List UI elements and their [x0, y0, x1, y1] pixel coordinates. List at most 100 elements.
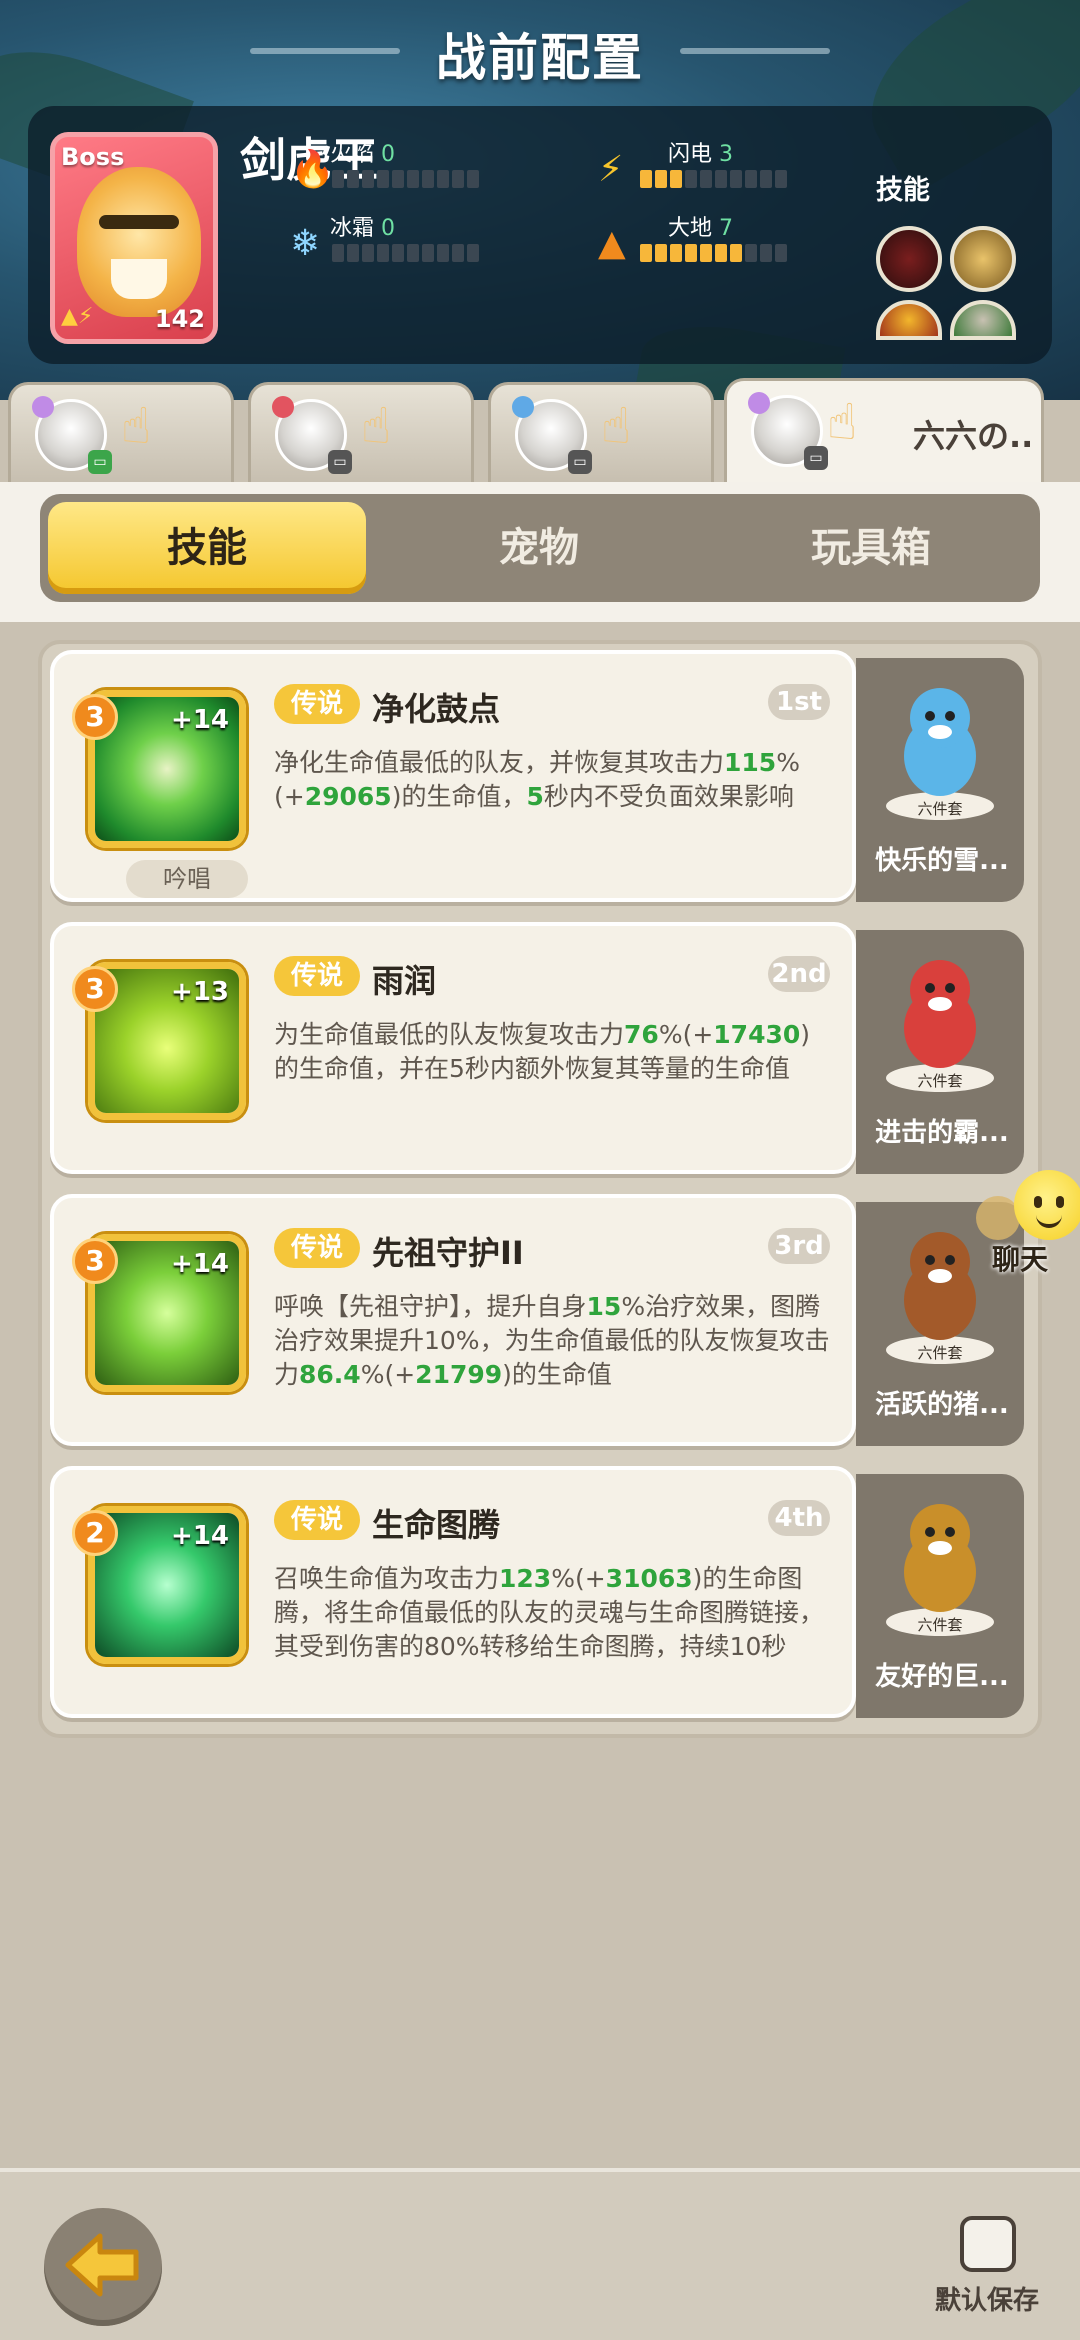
- chant-tag: 吟唱: [126, 860, 248, 898]
- skill-rank-badge: 1st: [768, 684, 830, 720]
- stat-bar-segment: [437, 170, 449, 188]
- skill-name: 净化鼓点: [372, 690, 501, 728]
- boss-info-panel: Boss ▲⚡ 142 剑虎王 🔥 火焰 0 ⚡ 闪电 3 ❄ 冰霜 0 ▲ 大…: [28, 106, 1052, 364]
- smiley-chat-icon: [1014, 1170, 1080, 1240]
- desc-fragment: 76: [624, 1020, 659, 1049]
- pet-name: 快乐的雪...: [875, 846, 1009, 876]
- boss-banner: 战前配置 Boss ▲⚡ 142 剑虎王 🔥 火焰 0 ⚡ 闪电 3 ❄ 冰霜 …: [0, 0, 1080, 400]
- skill-card[interactable]: +14 2 传说 生命图腾 4th 召唤生命值为攻击力123%(+31063)的…: [50, 1466, 856, 1718]
- stat-bar-segment: [467, 170, 479, 188]
- stat-bar-segment: [670, 244, 682, 262]
- skill-row[interactable]: 六件套 快乐的雪... +14 3 吟唱 传说 净化鼓点 1st 净化生命值最低…: [50, 650, 1030, 902]
- boss-portrait[interactable]: Boss ▲⚡ 142: [50, 132, 218, 344]
- footer-bar: 默认保存: [0, 2168, 1080, 2340]
- stat-bar-segment: [700, 244, 712, 262]
- pet-card[interactable]: 六件套 友好的巨...: [856, 1474, 1024, 1718]
- stat-bar-segment: [377, 170, 389, 188]
- avatar: ▭: [748, 392, 828, 470]
- stat-bar-segment: [730, 170, 742, 188]
- skill-card[interactable]: +13 3 传说 雨润 2nd 为生命值最低的队友恢复攻击力76%(+17430…: [50, 922, 856, 1174]
- stat-bar-segment: [715, 170, 727, 188]
- device-badge-icon: ▭: [88, 450, 112, 474]
- skill-rank-badge: 4th: [768, 1500, 830, 1536]
- back-button[interactable]: [44, 2208, 162, 2326]
- device-badge-icon: ▭: [328, 450, 352, 474]
- boss-skill-fang-icon[interactable]: [876, 300, 942, 340]
- avatar: ▭: [512, 396, 592, 474]
- pet-name: 活跃的猪...: [875, 1390, 1009, 1420]
- chat-button[interactable]: 聊天: [968, 1170, 1080, 1280]
- stat-value: 3: [719, 142, 734, 167]
- desc-fragment: 21799: [415, 1360, 503, 1389]
- player-tab-4[interactable]: ▭ ☝ 六六の..: [724, 378, 1044, 486]
- boss-skill-roar-icon[interactable]: [876, 226, 942, 292]
- tab-toybox[interactable]: 玩具箱: [712, 502, 1030, 594]
- pet-card[interactable]: 六件套 进击的霸...: [856, 930, 1024, 1174]
- skill-description: 净化生命值最低的队友，并恢复其攻击力115%(+29065)的生命值，5秒内不受…: [274, 746, 834, 814]
- boss-skills-label: 技能: [876, 175, 930, 206]
- player-name: 六六の..: [913, 417, 1034, 455]
- default-save-label: 默认保存: [935, 2286, 1040, 2316]
- stat-bar-segment: [670, 170, 682, 188]
- boss-skill-earth-icon[interactable]: [950, 300, 1016, 340]
- avatar: ▭: [272, 396, 352, 474]
- skill-level-badge: 3: [72, 966, 118, 1012]
- stat-bar-segment: [437, 244, 449, 262]
- pet-card[interactable]: 六件套 快乐的雪...: [856, 658, 1024, 902]
- stat-bar-segment: [332, 170, 344, 188]
- stat-bar-segment: [467, 244, 479, 262]
- stat-value: 0: [381, 216, 396, 241]
- stat-bar-segment: [407, 170, 419, 188]
- fire-icon: 🔥: [290, 149, 335, 190]
- stat-bar-segment: [377, 244, 389, 262]
- page-title: 战前配置: [436, 29, 644, 87]
- tab-pets[interactable]: 宠物: [380, 502, 698, 594]
- desc-fragment: 呼唤【先祖守护】，提升自身: [274, 1292, 587, 1321]
- boss-tag: Boss: [61, 143, 125, 171]
- tab-skills[interactable]: 技能: [48, 502, 366, 594]
- avatar: ▭: [32, 396, 112, 474]
- desc-fragment: %(+: [658, 1020, 714, 1049]
- stat-bar-segment: [422, 170, 434, 188]
- thumb-star-icon: ☝: [361, 397, 392, 455]
- default-save-checkbox[interactable]: [960, 2216, 1016, 2272]
- skill-level-badge: 2: [72, 1510, 118, 1556]
- stat-bar-segment: [640, 244, 652, 262]
- stat-label: 闪电: [668, 142, 713, 167]
- player-tab-1[interactable]: ▭ ☝: [8, 382, 234, 482]
- stat-bar: [332, 244, 479, 262]
- pet-set-label: 六件套: [917, 1616, 963, 1634]
- skill-description: 呼唤【先祖守护】，提升自身15%治疗效果，图腾治疗效果提升10%，为生命值最低的…: [274, 1290, 834, 1392]
- stat-bar-segment: [640, 170, 652, 188]
- rarity-badge: 传说: [274, 1500, 360, 1540]
- stat-label: 大地: [668, 216, 713, 241]
- back-arrow-icon: [65, 2233, 139, 2297]
- player-tab-3[interactable]: ▭ ☝: [488, 382, 714, 482]
- skill-card[interactable]: +14 3 传说 先祖守护II 3rd 呼唤【先祖守护】，提升自身15%治疗效果…: [50, 1194, 856, 1446]
- skill-row[interactable]: 六件套 活跃的猪... +14 3 传说 先祖守护II 3rd 呼唤【先祖守护】…: [50, 1194, 1030, 1446]
- rarity-badge: 传说: [274, 956, 360, 996]
- chat-label: 聊天: [992, 1243, 1049, 1276]
- stat-bar-segment: [452, 244, 464, 262]
- skill-card[interactable]: +14 3 吟唱 传说 净化鼓点 1st 净化生命值最低的队友，并恢复其攻击力1…: [50, 650, 856, 902]
- player-tab-2[interactable]: ▭ ☝: [248, 382, 474, 482]
- desc-fragment: )的生命值，: [391, 782, 527, 811]
- boss-skill-claw-icon[interactable]: [950, 226, 1016, 292]
- skill-description: 召唤生命值为攻击力123%(+31063)的生命图腾，将生命值最低的队友的灵魂与…: [274, 1562, 834, 1664]
- stat-bar-segment: [700, 170, 712, 188]
- skill-row[interactable]: 六件套 友好的巨... +14 2 传说 生命图腾 4th 召唤生命值为攻击力1…: [50, 1466, 1030, 1718]
- stat-bar-segment: [685, 244, 697, 262]
- stat-bar-segment: [655, 244, 667, 262]
- desc-fragment: 为生命值最低的队友恢复攻击力: [274, 1020, 625, 1049]
- stat-label: 火焰: [330, 142, 375, 167]
- pet-set-label: 六件套: [917, 800, 963, 818]
- skill-row[interactable]: 六件套 进击的霸... +13 3 传说 雨润 2nd 为生命值最低的队友恢复攻…: [50, 922, 1030, 1174]
- stat-bar-segment: [362, 170, 374, 188]
- stat-bar-segment: [655, 170, 667, 188]
- desc-fragment: 123: [499, 1564, 552, 1593]
- skill-name: 雨润: [372, 962, 437, 1000]
- skill-name: 生命图腾: [372, 1506, 501, 1544]
- stat-bar-segment: [392, 244, 404, 262]
- sabertooth-portrait-icon: [77, 167, 201, 317]
- desc-fragment: 29065: [304, 782, 392, 811]
